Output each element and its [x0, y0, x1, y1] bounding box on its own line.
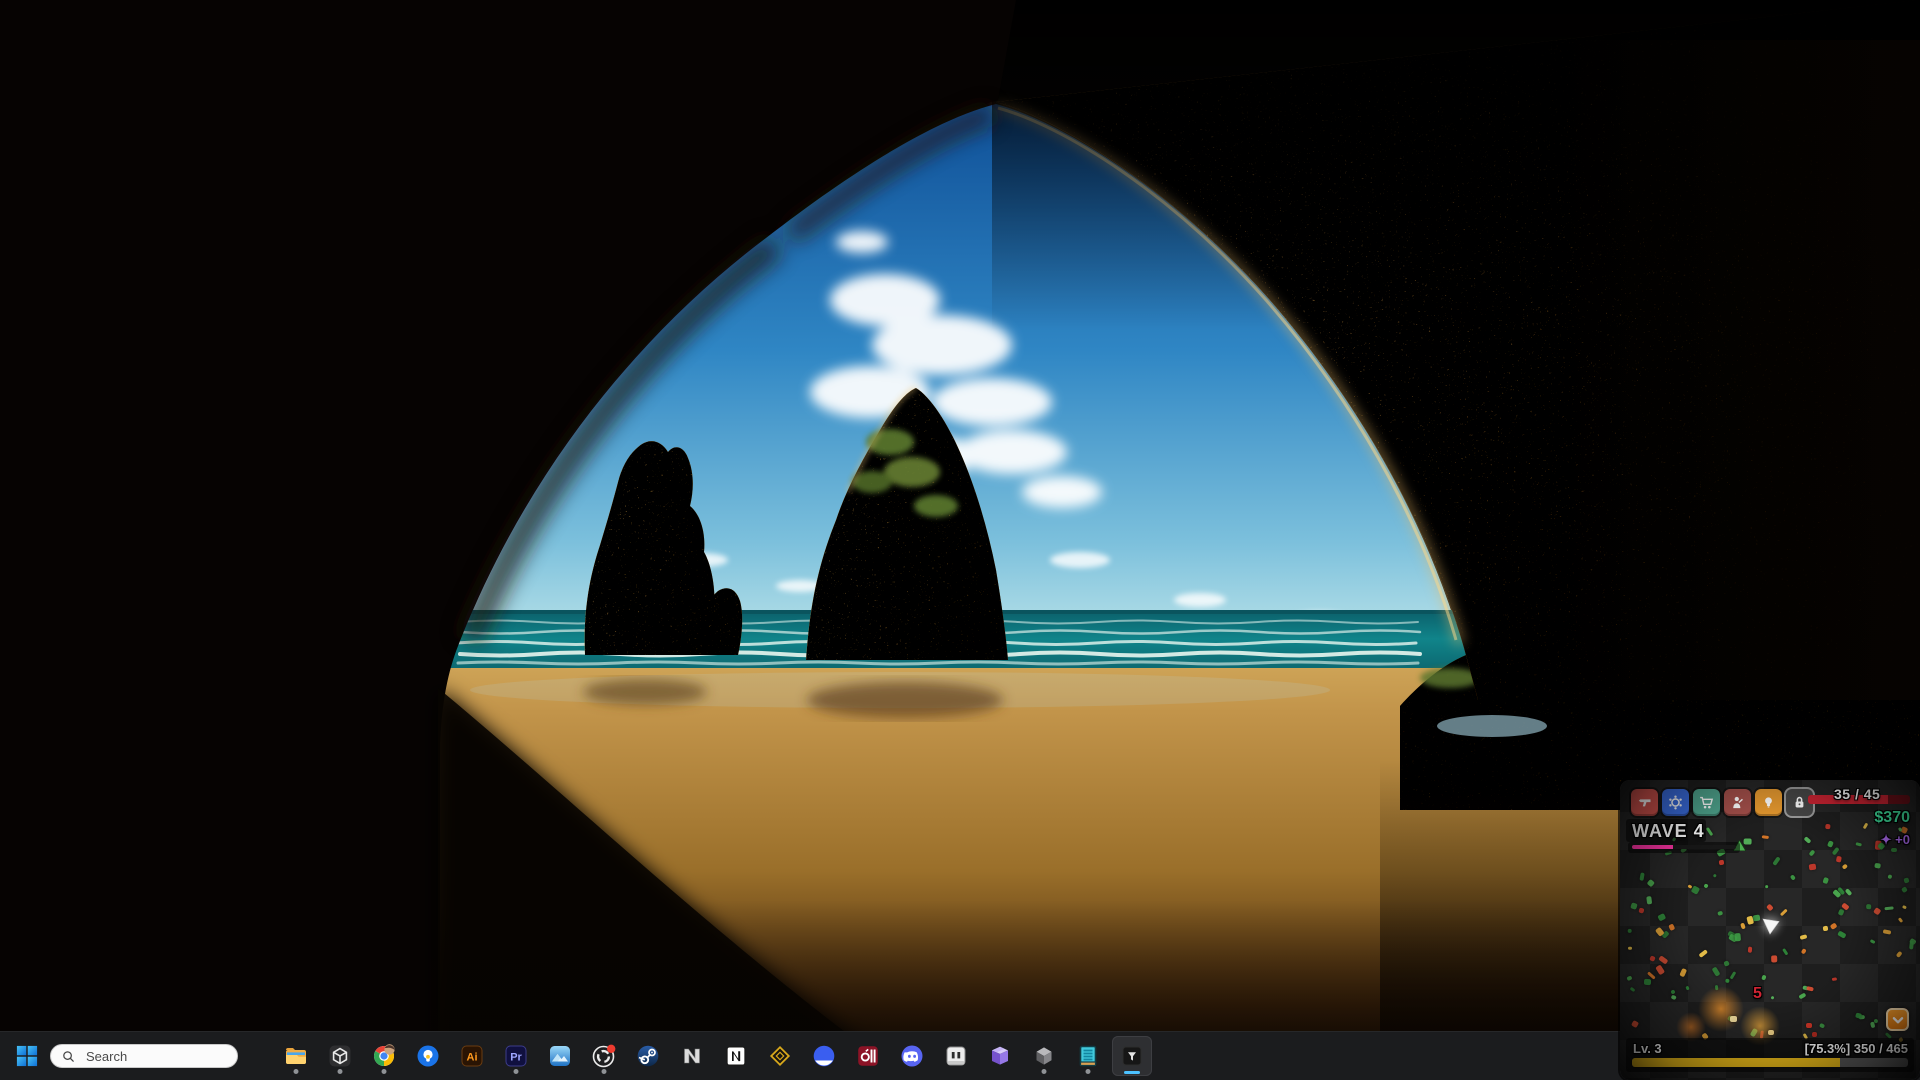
windows-logo-icon	[16, 1045, 38, 1067]
taskbar-nordvpn-button[interactable]	[804, 1036, 844, 1076]
running-indicator	[1086, 1069, 1091, 1074]
health-text: 35 / 45	[1834, 786, 1880, 802]
taskbar-notepad-app-button[interactable]	[1068, 1036, 1108, 1076]
spark	[1730, 1016, 1737, 1022]
obs-notification-badge	[607, 1045, 615, 1053]
padlock-icon	[1791, 794, 1808, 811]
taskbar-gold-diamond-app-button[interactable]	[760, 1036, 800, 1076]
illustrator-icon: Ai	[460, 1044, 484, 1068]
weapon-icon	[1636, 794, 1653, 811]
taskbar-red-o-app-button[interactable]	[848, 1036, 888, 1076]
gear-ring-icon	[1667, 794, 1684, 811]
taskbar-survivors-game-button[interactable]	[1112, 1036, 1152, 1076]
collect-button[interactable]	[1886, 1008, 1909, 1031]
red-o-app-icon	[856, 1044, 880, 1068]
premiere-pro-icon: Pr	[504, 1044, 528, 1068]
svg-text:Ai: Ai	[467, 1052, 478, 1064]
unity-hub-icon	[328, 1044, 352, 1068]
wave-label: WAVE 4	[1632, 821, 1705, 842]
bulb-button[interactable]	[1755, 789, 1782, 816]
chevron-down-icon	[1891, 1013, 1905, 1027]
start-button[interactable]	[16, 1045, 38, 1067]
taskbar-steam-button[interactable]	[628, 1036, 668, 1076]
n-logo-icon	[680, 1044, 704, 1068]
spark	[1812, 1032, 1817, 1037]
notepad-icon	[1076, 1044, 1100, 1068]
wave-progress-bar	[1632, 845, 1736, 849]
taskbar-unity-button[interactable]	[1024, 1036, 1064, 1076]
running-indicator	[602, 1069, 607, 1074]
blue-bulb-app-icon	[416, 1044, 440, 1068]
steam-icon	[636, 1044, 660, 1068]
search-box[interactable]	[50, 1044, 238, 1068]
taskbar-notion-button[interactable]	[716, 1036, 756, 1076]
money-text: $370	[1874, 809, 1910, 827]
bulb-icon	[1760, 794, 1777, 811]
level-text: Lv. 3	[1633, 1041, 1662, 1056]
search-icon	[61, 1049, 76, 1064]
taskbar-photos-button[interactable]	[540, 1036, 580, 1076]
taskbar-illustrator-button[interactable]: Ai	[452, 1036, 492, 1076]
taskbar-obs-button[interactable]	[584, 1036, 624, 1076]
taskbar-blue-bulb-app-button[interactable]	[408, 1036, 448, 1076]
spark	[1806, 1023, 1812, 1028]
running-indicator	[514, 1069, 519, 1074]
hud-button-row	[1631, 789, 1813, 816]
purple-box-icon	[988, 1044, 1012, 1068]
survivors-game-icon	[1120, 1044, 1144, 1068]
gem-star-icon: ✦	[1881, 832, 1892, 847]
character-icon	[1729, 794, 1746, 811]
game-window[interactable]: 5	[1620, 780, 1920, 1080]
gear-ring-button[interactable]	[1662, 789, 1689, 816]
running-indicator	[338, 1069, 343, 1074]
running-indicator	[294, 1069, 299, 1074]
discord-icon	[900, 1044, 924, 1068]
shopping-cart-icon	[1698, 794, 1715, 811]
wave-progress-fill	[1632, 845, 1673, 849]
taskbar-pixel-face-app-button[interactable]	[936, 1036, 976, 1076]
spark	[1768, 1030, 1774, 1035]
obs-icon	[592, 1044, 616, 1068]
taskbar-n-logo-app-button[interactable]	[672, 1036, 712, 1076]
taskbar-unity-hub-button[interactable]	[320, 1036, 360, 1076]
character-button[interactable]	[1724, 789, 1751, 816]
gold-diamond-icon	[768, 1044, 792, 1068]
shop-cart-button[interactable]	[1693, 789, 1720, 816]
taskbar-chrome-button[interactable]	[364, 1036, 404, 1076]
taskbar-apps: Ai Pr	[276, 1036, 1152, 1076]
svg-text:Pr: Pr	[510, 1052, 522, 1064]
desktop: Ai Pr	[0, 0, 1920, 1080]
active-indicator	[1124, 1071, 1140, 1074]
file-explorer-icon	[284, 1044, 308, 1068]
pixel-face-icon	[944, 1044, 968, 1068]
taskbar-file-explorer-button[interactable]	[276, 1036, 316, 1076]
taskbar-discord-button[interactable]	[892, 1036, 932, 1076]
weapon-button[interactable]	[1631, 789, 1658, 816]
notion-icon	[724, 1044, 748, 1068]
photos-icon	[548, 1044, 572, 1068]
taskbar-premiere-pro-button[interactable]: Pr	[496, 1036, 536, 1076]
running-indicator	[1042, 1069, 1047, 1074]
bonus-text: ✦ +0	[1881, 832, 1910, 848]
running-indicator	[382, 1069, 387, 1074]
nordvpn-icon	[812, 1044, 836, 1068]
damage-number: 5	[1753, 985, 1762, 1003]
search-input[interactable]	[84, 1048, 218, 1065]
chrome-icon	[372, 1044, 396, 1068]
player-character	[1761, 916, 1781, 936]
xp-bar-fill	[1632, 1058, 1840, 1067]
unity-icon	[1032, 1044, 1056, 1068]
taskbar-purple-box-app-button[interactable]	[980, 1036, 1020, 1076]
xp-text: [75.3%] 350 / 465	[1805, 1041, 1908, 1056]
xp-bar	[1632, 1058, 1908, 1067]
